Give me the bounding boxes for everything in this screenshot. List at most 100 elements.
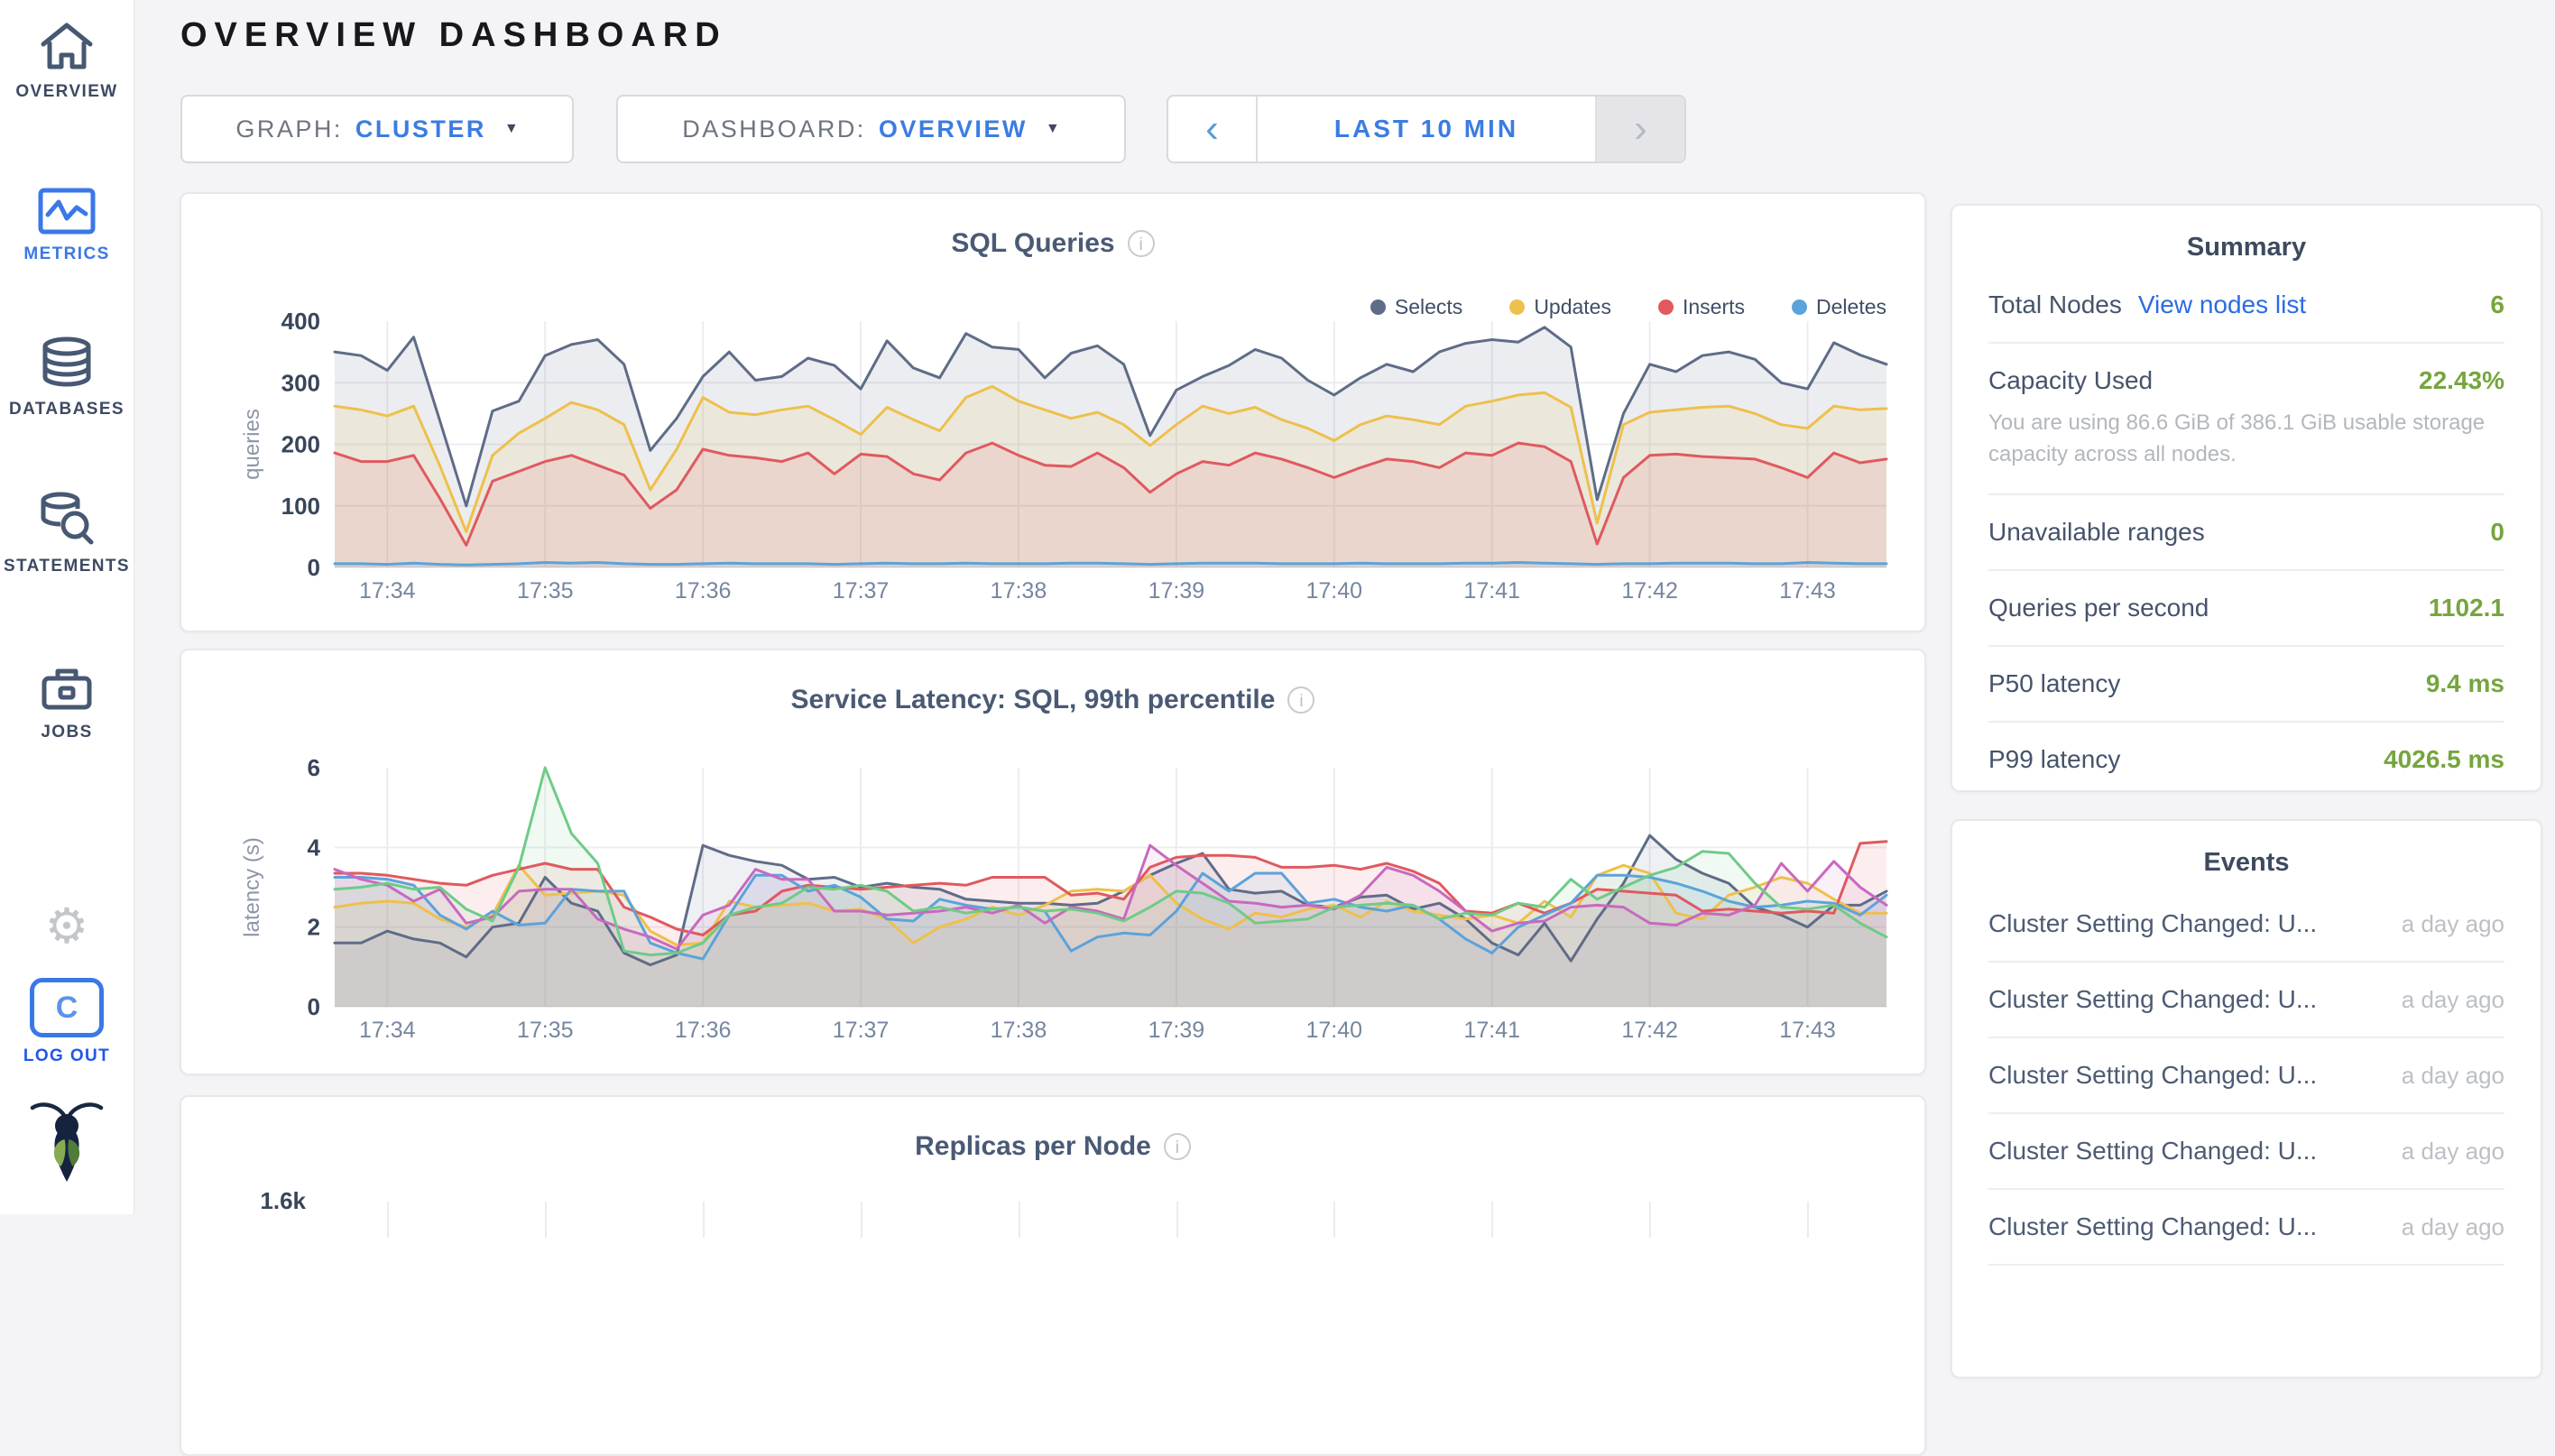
sidebar-item-metrics[interactable]: METRICS: [0, 186, 134, 264]
service-latency-chart: 17:34 17:35 17:36 17:37 17:38 17:39 17:40 17:41…: [199, 745, 1910, 1056]
svg-text:17:41: 17:41: [1463, 1018, 1520, 1043]
cockroach-monogram-icon: C: [30, 978, 104, 1037]
metrics-icon: [0, 186, 134, 236]
chart-title: SQL Queries: [951, 228, 1114, 258]
view-nodes-list-link[interactable]: View nodes list: [2138, 290, 2306, 319]
jobs-icon: [0, 662, 134, 714]
events-title: Events: [1952, 821, 2541, 878]
summary-row-p99: P99 latency 4026.5 ms: [1988, 723, 2504, 792]
summary-panel: Summary Total Nodes View nodes list 6 Ca…: [1951, 204, 2542, 792]
svg-text:17:42: 17:42: [1621, 1018, 1678, 1043]
svg-text:17:34: 17:34: [359, 578, 416, 604]
databases-icon: [0, 336, 134, 392]
sidebar-item-label: JOBS: [0, 723, 134, 742]
summary-row-capacity: Capacity Used 22.43% You are using 86.6 …: [1988, 344, 2504, 495]
settings-button[interactable]: ⚙: [0, 902, 134, 951]
cockroachdb-logo: [0, 1097, 134, 1192]
y-axis-tick: 1.6k: [235, 1187, 306, 1215]
event-row: Cluster Setting Changed: U... a day ago: [1988, 1038, 2504, 1114]
gear-icon: ⚙: [45, 899, 88, 954]
chart-title: Service Latency: SQL, 99th percentile: [791, 685, 1276, 714]
svg-text:2: 2: [308, 914, 320, 941]
svg-text:17:37: 17:37: [833, 578, 890, 604]
total-nodes-value: 6: [2490, 290, 2504, 319]
svg-text:300: 300: [281, 369, 320, 396]
svg-text:17:39: 17:39: [1148, 578, 1205, 604]
time-next-button[interactable]: ›: [1595, 97, 1684, 161]
qps-value: 1102.1: [2429, 594, 2504, 622]
info-icon[interactable]: i: [1164, 1133, 1191, 1160]
sidebar-item-overview[interactable]: OVERVIEW: [0, 20, 134, 102]
svg-text:4: 4: [308, 834, 321, 861]
svg-text:17:36: 17:36: [675, 1018, 732, 1043]
sidebar-item-databases[interactable]: DATABASES: [0, 336, 134, 419]
svg-text:100: 100: [281, 493, 320, 520]
svg-text:17:41: 17:41: [1463, 578, 1520, 604]
svg-text:17:38: 17:38: [991, 578, 1047, 604]
info-icon[interactable]: i: [1287, 687, 1314, 714]
logout-button[interactable]: C LOG OUT: [0, 978, 134, 1066]
dashboard-dropdown[interactable]: DASHBOARD: OVERVIEW ▼: [616, 95, 1126, 163]
sidebar-item-label: METRICS: [0, 244, 134, 264]
time-range-label[interactable]: LAST 10 MIN: [1258, 97, 1595, 161]
sidebar-item-label: DATABASES: [0, 400, 134, 419]
svg-text:queries: queries: [240, 409, 264, 480]
svg-text:latency (s): latency (s): [240, 837, 264, 937]
events-panel: Events Cluster Setting Changed: U... a d…: [1951, 819, 2542, 1378]
svg-text:17:35: 17:35: [517, 578, 574, 604]
dashboard-dropdown-value: OVERVIEW: [879, 115, 1028, 143]
info-icon[interactable]: i: [1128, 230, 1155, 257]
graph-dropdown-label: GRAPH:: [235, 115, 343, 143]
summary-row-unavailable-ranges: Unavailable ranges 0: [1988, 495, 2504, 571]
capacity-used-value: 22.43%: [2419, 366, 2504, 395]
p50-latency-value: 9.4 ms: [2426, 669, 2504, 698]
graph-dropdown-value: CLUSTER: [355, 115, 486, 143]
svg-text:17:35: 17:35: [517, 1018, 574, 1043]
chevron-down-icon: ▼: [1046, 121, 1060, 137]
svg-text:17:40: 17:40: [1306, 1018, 1363, 1043]
capacity-note: You are using 86.6 GiB of 386.1 GiB usab…: [1988, 408, 2504, 471]
svg-text:0: 0: [308, 554, 320, 581]
summary-row-qps: Queries per second 1102.1: [1988, 571, 2504, 647]
chevron-left-icon: ‹: [1205, 106, 1219, 152]
svg-text:17:39: 17:39: [1148, 1018, 1205, 1043]
svg-text:400: 400: [281, 308, 320, 335]
sidebar: OVERVIEW METRICS DATABASES: [0, 0, 134, 1214]
summary-row-p50: P50 latency 9.4 ms: [1988, 647, 2504, 723]
svg-text:0: 0: [308, 993, 320, 1020]
svg-text:17:43: 17:43: [1779, 578, 1836, 604]
svg-text:17:42: 17:42: [1621, 578, 1678, 604]
home-icon: [0, 20, 134, 74]
event-row: Cluster Setting Changed: U... a day ago: [1988, 1114, 2504, 1190]
sidebar-item-jobs[interactable]: JOBS: [0, 662, 134, 742]
summary-row-total-nodes: Total Nodes View nodes list 6: [1988, 268, 2504, 344]
replicas-per-node-panel: Replicas per Nodei 1.6k: [180, 1095, 1926, 1456]
svg-text:17:40: 17:40: [1306, 578, 1363, 604]
chevron-down-icon: ▼: [504, 121, 519, 137]
svg-text:17:36: 17:36: [675, 578, 732, 604]
logout-label: LOG OUT: [0, 1046, 134, 1066]
svg-text:17:34: 17:34: [359, 1018, 416, 1043]
chevron-right-icon: ›: [1634, 106, 1647, 152]
event-row: Cluster Setting Changed: U... a day ago: [1988, 887, 2504, 963]
svg-text:17:38: 17:38: [991, 1018, 1047, 1043]
time-prev-button[interactable]: ‹: [1168, 97, 1258, 161]
page-title: OVERVIEW DASHBOARD: [180, 16, 727, 55]
svg-text:6: 6: [308, 754, 320, 781]
time-range-selector: ‹ LAST 10 MIN ›: [1167, 95, 1686, 163]
service-latency-panel: Service Latency: SQL, 99th percentile i 1…: [180, 649, 1926, 1075]
event-row: Cluster Setting Changed: U... a day ago: [1988, 963, 2504, 1038]
sidebar-item-label: OVERVIEW: [0, 82, 134, 102]
svg-text:17:43: 17:43: [1779, 1018, 1836, 1043]
sql-queries-panel: SQL Queriesi Selects Updates Inserts Del…: [180, 192, 1926, 632]
event-row: Cluster Setting Changed: U... a day ago: [1988, 1190, 2504, 1266]
sidebar-item-statements[interactable]: STATEMENTS: [0, 491, 134, 576]
sql-queries-chart: 17:34 17:35 17:36 17:37 17:38 17:39 17:40 17:41…: [199, 302, 1910, 613]
statements-icon: [0, 491, 134, 548]
svg-text:17:37: 17:37: [833, 1018, 890, 1043]
sidebar-item-label: STATEMENTS: [0, 557, 134, 576]
svg-text:200: 200: [281, 431, 320, 458]
graph-dropdown[interactable]: GRAPH: CLUSTER ▼: [180, 95, 574, 163]
cockroach-bug-icon: [25, 1175, 108, 1191]
dashboard-dropdown-label: DASHBOARD:: [682, 115, 866, 143]
